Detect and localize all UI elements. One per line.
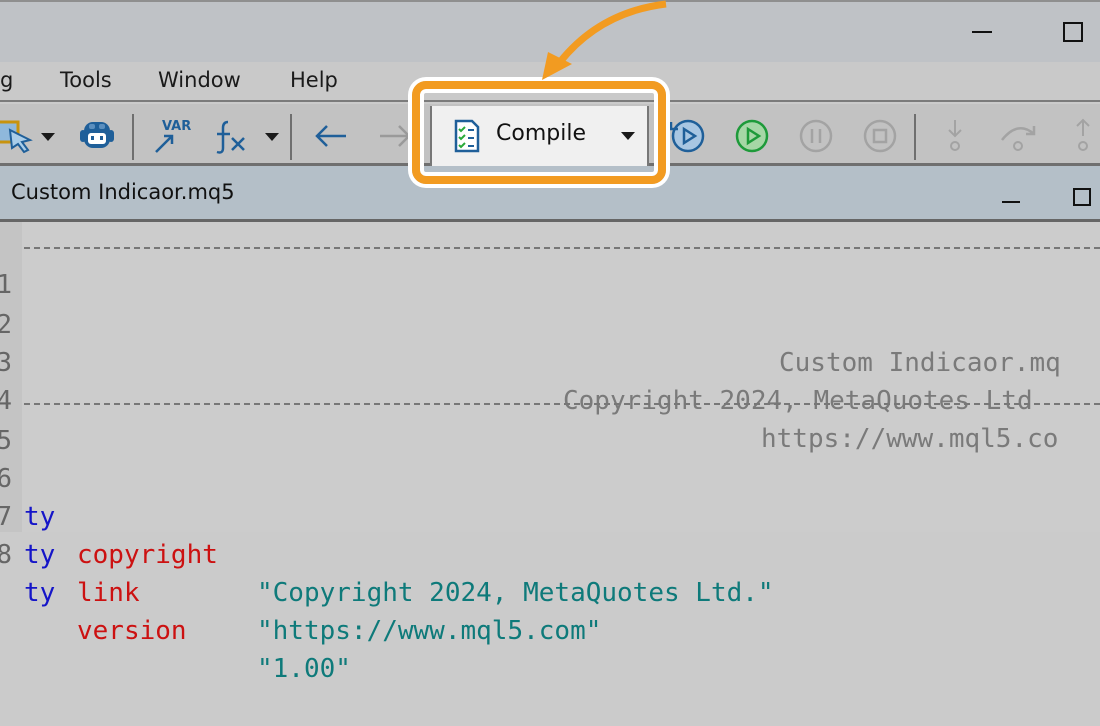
step-out-icon[interactable] (1070, 118, 1096, 156)
menu-item-help[interactable]: Help (290, 68, 338, 92)
maximize-icon (1073, 188, 1091, 206)
minimize-icon (972, 31, 992, 33)
pause-icon[interactable] (796, 116, 836, 156)
navigator-select-icon[interactable] (0, 118, 34, 154)
comment-divider (24, 247, 1100, 249)
minimize-button[interactable] (960, 16, 1000, 50)
string-value: "https://www.mql5.com" (257, 616, 602, 646)
code-line: 1 (0, 228, 1100, 300)
highlight-box (412, 81, 666, 184)
toolbar-separator (290, 114, 292, 160)
maximize-button[interactable] (1050, 14, 1094, 50)
code-line: 7 ty link "https://www.mql5.com" (0, 460, 1100, 646)
document-title[interactable]: Custom Indicaor.mq5 (11, 180, 235, 204)
property-name: copyright (77, 540, 218, 570)
robot-icon[interactable] (78, 118, 116, 154)
start-debug-icon[interactable] (732, 116, 772, 156)
stop-icon[interactable] (860, 116, 900, 156)
minimize-icon (1002, 201, 1020, 203)
property-name: link (77, 578, 140, 608)
line-number: 8 (0, 540, 12, 570)
comment-divider (24, 403, 1100, 405)
menu-item-tools[interactable]: Tools (60, 68, 112, 92)
string-value: "1.00" (257, 654, 351, 684)
restart-debug-icon[interactable] (668, 116, 708, 156)
maximize-icon (1063, 22, 1083, 42)
code-line: 4 https://www.mql5.co (0, 344, 1100, 454)
forward-arrow-icon[interactable] (378, 124, 412, 148)
keyword-text: ty (24, 578, 56, 608)
menu-item-window[interactable]: Window (158, 68, 241, 92)
step-into-icon[interactable] (942, 118, 968, 156)
menu-item-debug[interactable]: g (0, 68, 13, 92)
svg-text:VAR: VAR (162, 119, 191, 134)
code-line: 3 Copyright 2024, MetaQuotes Ltd (0, 306, 1100, 416)
dropdown-icon[interactable] (264, 132, 280, 142)
step-over-icon[interactable] (998, 118, 1040, 156)
toolbar-separator (132, 114, 134, 160)
fx-function-icon[interactable] (212, 118, 252, 156)
string-value: "Copyright 2024, MetaQuotes Ltd." (257, 578, 774, 608)
code-line: 6 ty copyright "Copyright 2024, MetaQuot… (0, 422, 1100, 608)
code-editor[interactable]: 1 2 Custom Indicaor.mq 3 Copyright 2024,… (0, 222, 1100, 684)
toolbar-separator (914, 114, 916, 160)
dropdown-icon[interactable] (40, 132, 56, 142)
var-insert-icon[interactable]: VAR (152, 116, 196, 156)
document-maximize-button[interactable] (1066, 182, 1100, 212)
code-line: 5 (0, 384, 1100, 456)
code-line: 8 ty version "1.00" (0, 498, 1100, 684)
document-minimize-button[interactable] (996, 184, 1032, 210)
annotation-arrow-icon (542, 0, 667, 80)
code-line: 2 Custom Indicaor.mq (0, 268, 1100, 378)
property-name: version (77, 616, 187, 646)
back-arrow-icon[interactable] (314, 124, 348, 148)
